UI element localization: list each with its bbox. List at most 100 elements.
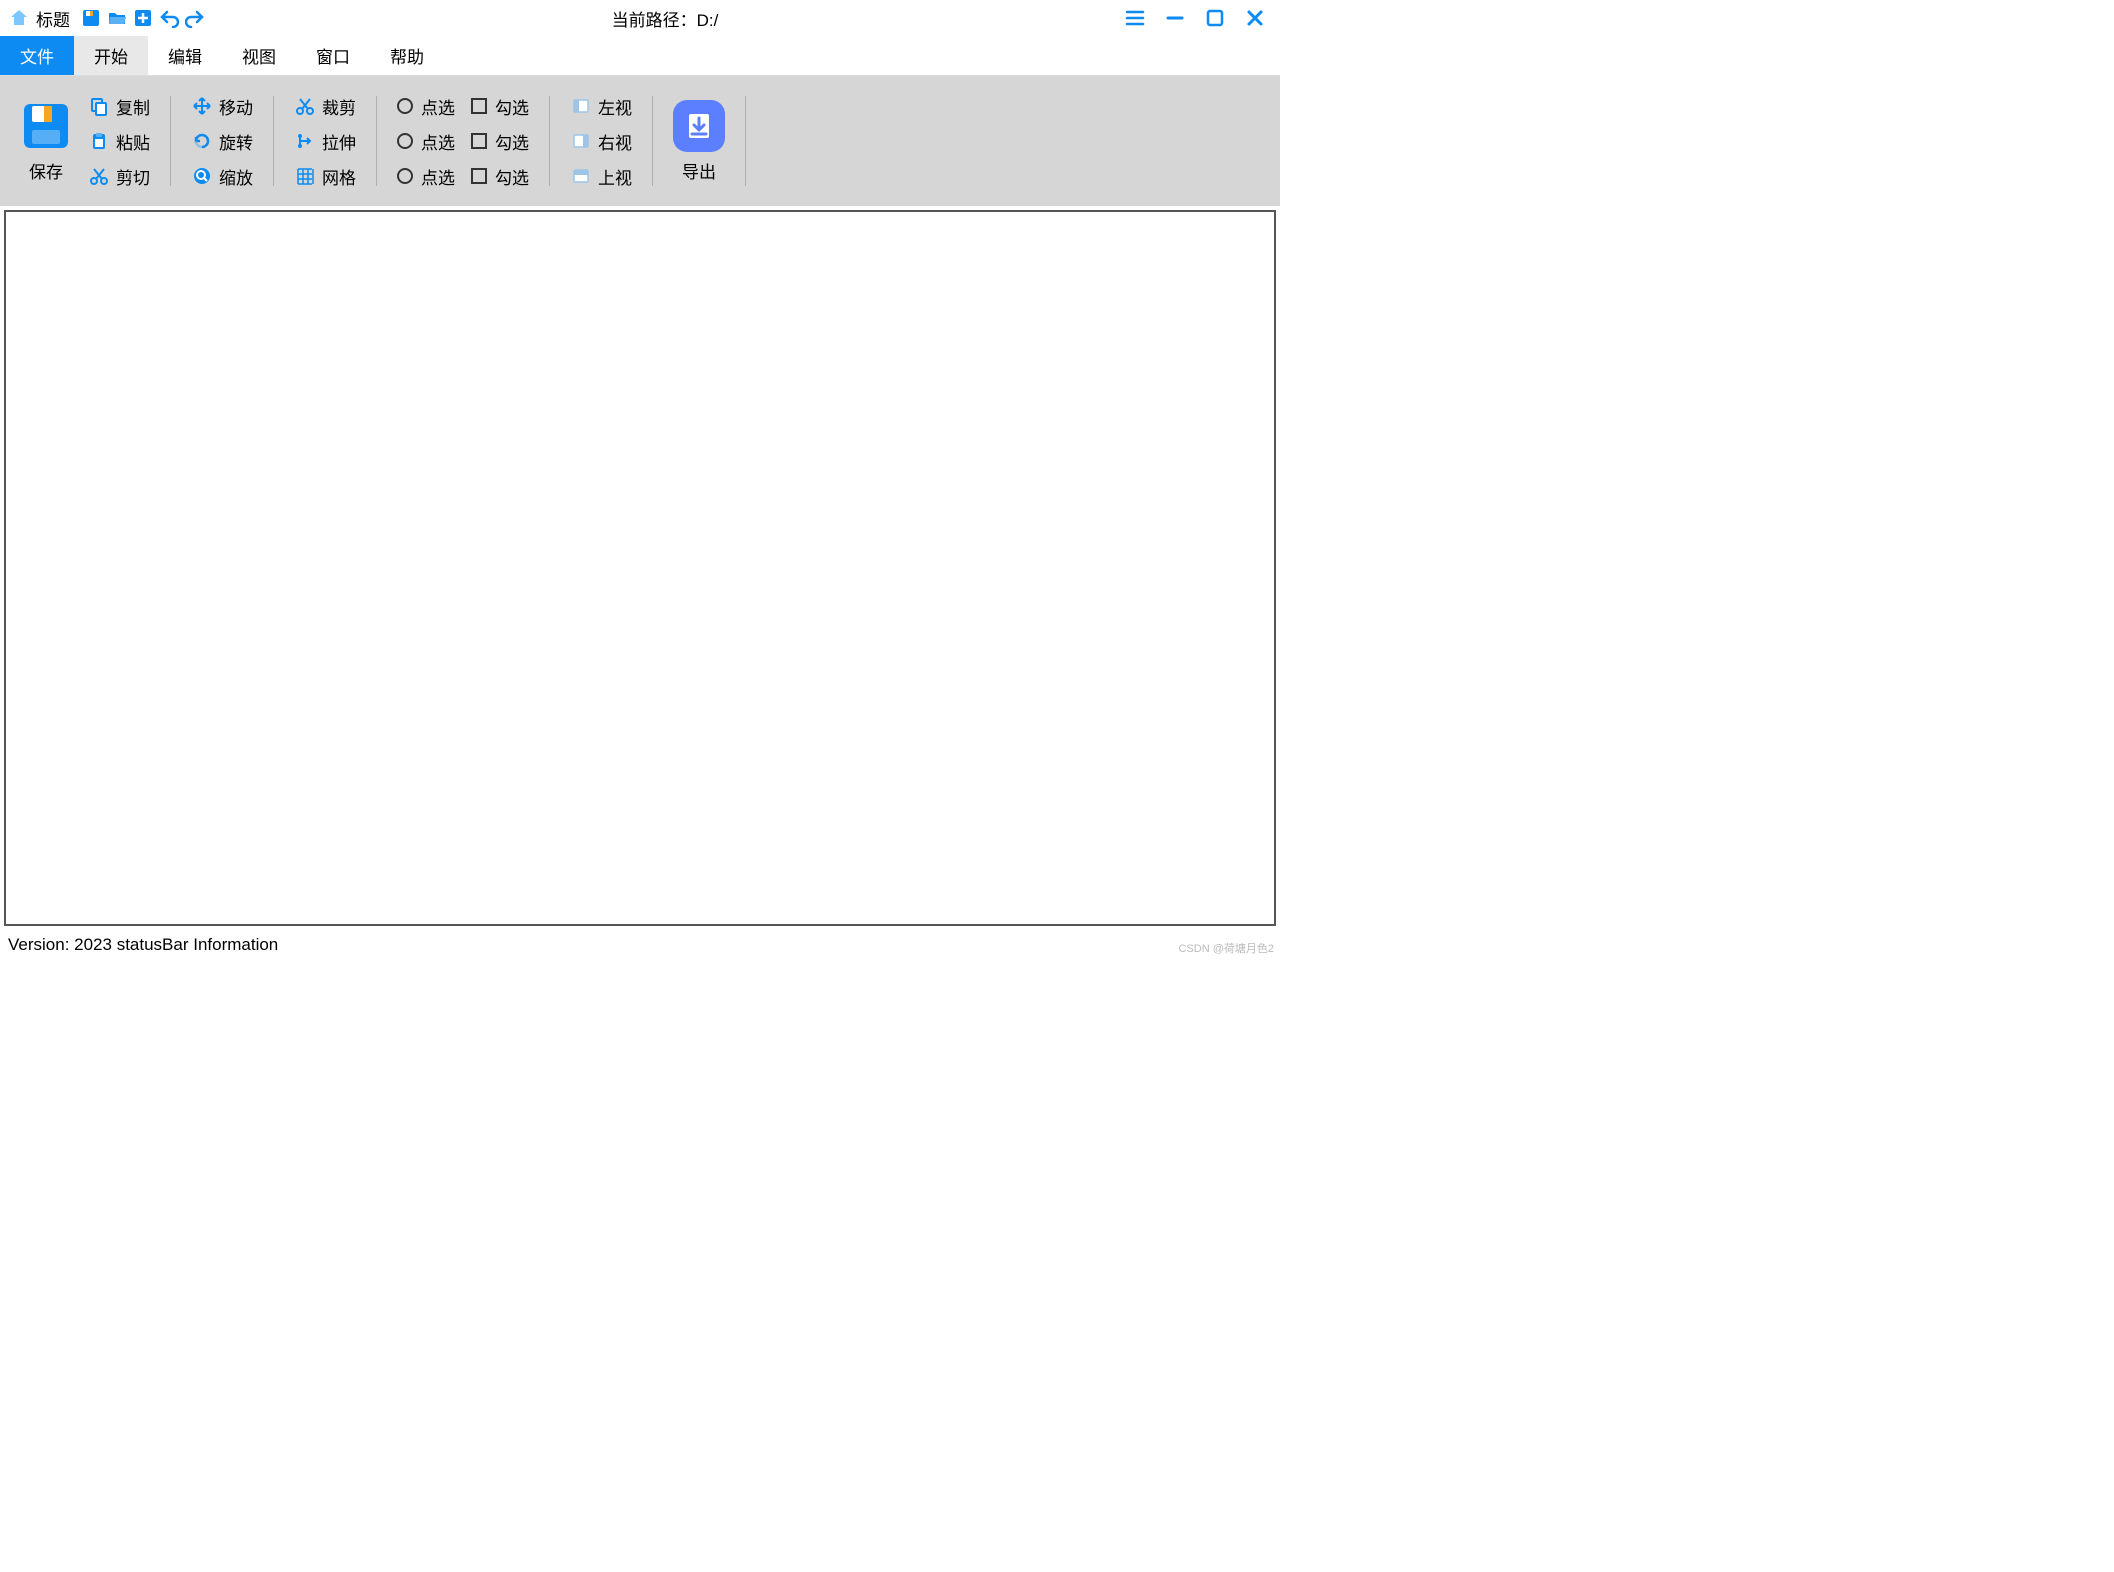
- menu-start[interactable]: 开始: [74, 36, 148, 75]
- crop-icon: [294, 95, 316, 117]
- move-button[interactable]: 移动: [191, 94, 253, 119]
- copy-icon: [88, 95, 110, 117]
- check-option-3[interactable]: 勾选: [471, 164, 529, 189]
- left-view-button[interactable]: 左视: [570, 94, 632, 119]
- top-view-icon: [570, 165, 592, 187]
- group-transform: 移动 旋转 缩放: [183, 94, 261, 189]
- export-button[interactable]: 导出: [665, 100, 733, 183]
- radio-option-3[interactable]: 点选: [397, 164, 455, 189]
- copy-label: 复制: [116, 94, 150, 119]
- cut-label: 剪切: [116, 164, 150, 189]
- rotate-button[interactable]: 旋转: [191, 129, 253, 154]
- paste-button[interactable]: 粘贴: [88, 129, 150, 154]
- menu-edit[interactable]: 编辑: [148, 36, 222, 75]
- check-label: 勾选: [495, 164, 529, 189]
- cut-icon: [88, 165, 110, 187]
- statusbar: Version: 2023 statusBar Information CSDN…: [0, 930, 1280, 960]
- undo-icon[interactable]: [158, 7, 180, 29]
- check-option-1[interactable]: 勾选: [471, 94, 529, 119]
- cut-button[interactable]: 剪切: [88, 164, 150, 189]
- move-icon: [191, 95, 213, 117]
- window-controls: [1124, 7, 1272, 29]
- status-text: Version: 2023 statusBar Information: [8, 935, 278, 955]
- group-save: 保存: [12, 100, 80, 183]
- group-edit2: 裁剪 拉伸 网格: [286, 94, 364, 189]
- check-label: 勾选: [495, 94, 529, 119]
- right-view-label: 右视: [598, 129, 632, 154]
- stretch-icon: [294, 130, 316, 152]
- rotate-label: 旋转: [219, 129, 253, 154]
- path-label: 当前路径：D:/: [206, 6, 1124, 31]
- save-large-icon: [20, 100, 72, 152]
- radio-option-1[interactable]: 点选: [397, 94, 455, 119]
- check-label: 勾选: [495, 129, 529, 154]
- save-button[interactable]: 保存: [12, 100, 80, 183]
- separator: [549, 96, 550, 186]
- checkbox-icon: [471, 98, 487, 114]
- group-radio: 点选 点选 点选: [389, 94, 463, 189]
- top-view-button[interactable]: 上视: [570, 164, 632, 189]
- maximize-icon[interactable]: [1204, 7, 1226, 29]
- check-option-2[interactable]: 勾选: [471, 129, 529, 154]
- close-icon[interactable]: [1244, 7, 1266, 29]
- radio-label: 点选: [421, 164, 455, 189]
- group-clipboard: 复制 粘贴 剪切: [80, 94, 158, 189]
- radio-icon: [397, 98, 413, 114]
- menu-view[interactable]: 视图: [222, 36, 296, 75]
- radio-label: 点选: [421, 94, 455, 119]
- separator: [652, 96, 653, 186]
- checkbox-icon: [471, 133, 487, 149]
- open-icon[interactable]: [106, 7, 128, 29]
- menu-icon[interactable]: [1124, 7, 1146, 29]
- radio-icon: [397, 168, 413, 184]
- window-title: 标题: [36, 6, 70, 31]
- rotate-icon: [191, 130, 213, 152]
- separator: [376, 96, 377, 186]
- separator: [745, 96, 746, 186]
- radio-icon: [397, 133, 413, 149]
- watermark: CSDN @荷塘月色2: [1178, 940, 1274, 956]
- group-export: 导出: [665, 100, 733, 183]
- crop-button[interactable]: 裁剪: [294, 94, 356, 119]
- checkbox-icon: [471, 168, 487, 184]
- home-icon[interactable]: [8, 7, 30, 29]
- scale-label: 缩放: [219, 164, 253, 189]
- separator: [170, 96, 171, 186]
- grid-button[interactable]: 网格: [294, 164, 356, 189]
- copy-button[interactable]: 复制: [88, 94, 150, 119]
- stretch-button[interactable]: 拉伸: [294, 129, 356, 154]
- left-view-label: 左视: [598, 94, 632, 119]
- grid-icon: [294, 165, 316, 187]
- scale-icon: [191, 165, 213, 187]
- grid-label: 网格: [322, 164, 356, 189]
- radio-label: 点选: [421, 129, 455, 154]
- titlebar: 标题 当前路径：D:/: [0, 0, 1280, 36]
- group-check: 勾选 勾选 勾选: [463, 94, 537, 189]
- menu-help[interactable]: 帮助: [370, 36, 444, 75]
- separator: [273, 96, 274, 186]
- export-icon: [673, 100, 725, 152]
- right-view-button[interactable]: 右视: [570, 129, 632, 154]
- right-view-icon: [570, 130, 592, 152]
- move-label: 移动: [219, 94, 253, 119]
- save-icon[interactable]: [80, 7, 102, 29]
- stretch-label: 拉伸: [322, 129, 356, 154]
- menu-file[interactable]: 文件: [0, 36, 74, 75]
- paste-icon: [88, 130, 110, 152]
- crop-label: 裁剪: [322, 94, 356, 119]
- new-icon[interactable]: [132, 7, 154, 29]
- menubar: 文件 开始 编辑 视图 窗口 帮助: [0, 36, 1280, 76]
- redo-icon[interactable]: [184, 7, 206, 29]
- content-area: [4, 210, 1276, 926]
- scale-button[interactable]: 缩放: [191, 164, 253, 189]
- titlebar-left: 标题: [8, 6, 206, 31]
- paste-label: 粘贴: [116, 129, 150, 154]
- minimize-icon[interactable]: [1164, 7, 1186, 29]
- top-view-label: 上视: [598, 164, 632, 189]
- ribbon: 保存 复制 粘贴 剪切 移动 旋转 缩放: [0, 76, 1280, 206]
- left-view-icon: [570, 95, 592, 117]
- menu-window[interactable]: 窗口: [296, 36, 370, 75]
- export-label: 导出: [682, 158, 716, 183]
- group-views: 左视 右视 上视: [562, 94, 640, 189]
- radio-option-2[interactable]: 点选: [397, 129, 455, 154]
